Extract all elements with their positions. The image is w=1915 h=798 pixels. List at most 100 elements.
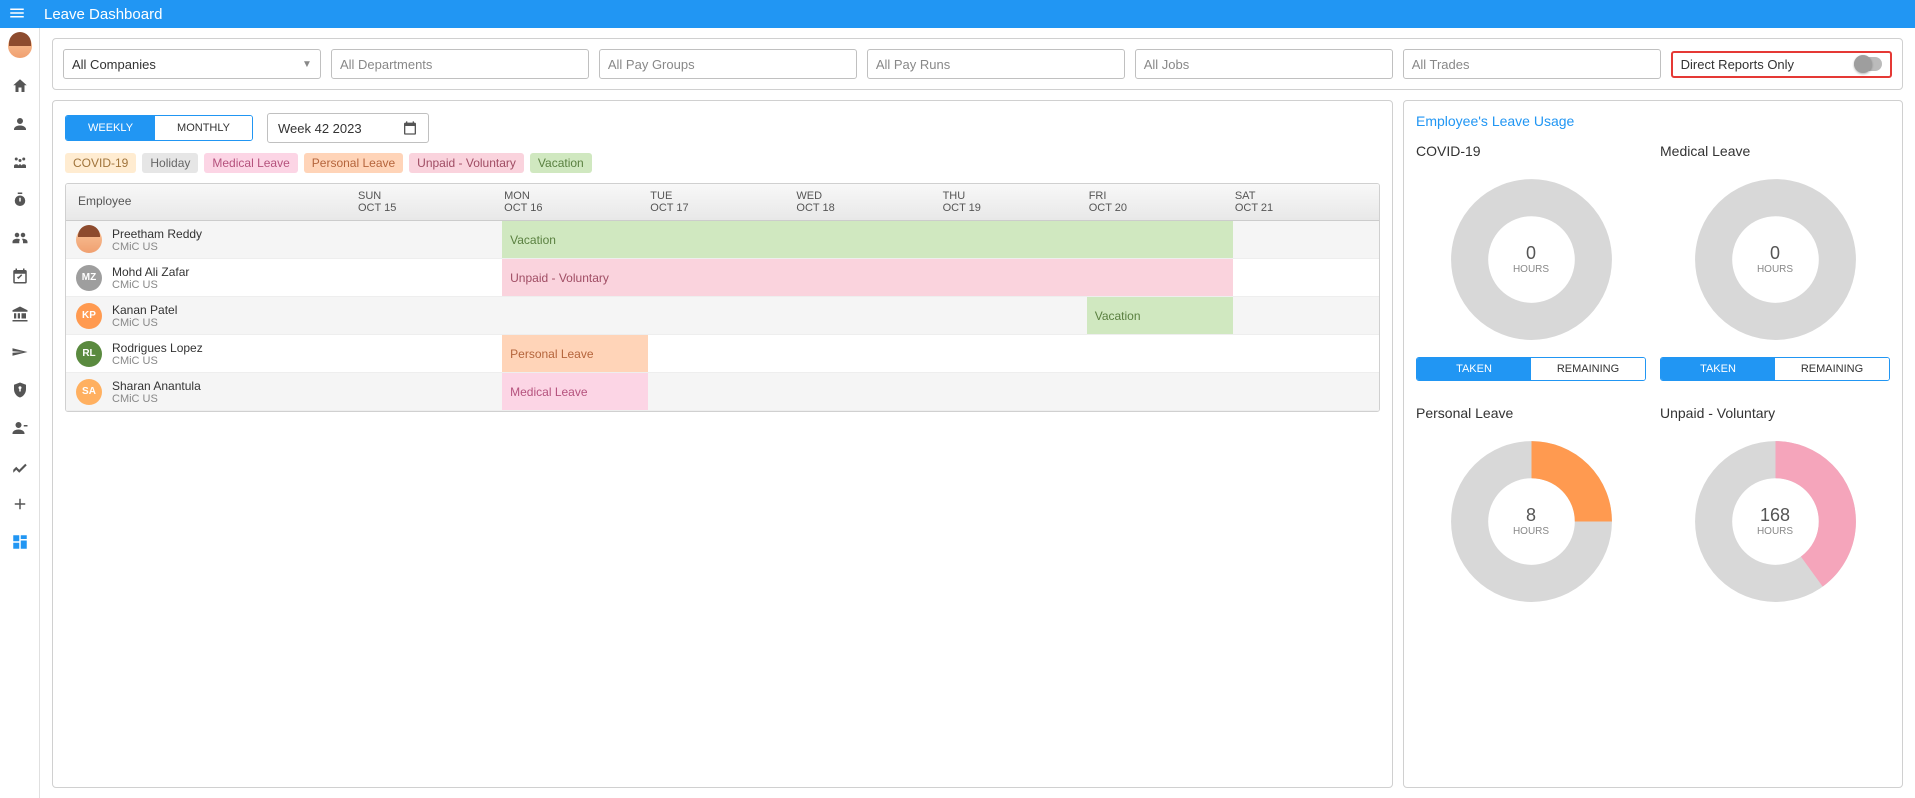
- col-day: SATOCT 21: [1233, 184, 1379, 220]
- toggle-switch[interactable]: [1854, 57, 1882, 71]
- person-remove-icon[interactable]: [10, 418, 30, 438]
- shield-icon[interactable]: [10, 380, 30, 400]
- usage-item-title: COVID-19: [1416, 143, 1646, 159]
- weekly-button[interactable]: WEEKLY: [66, 116, 155, 140]
- table-row[interactable]: MZ Mohd Ali ZafarCMiC US Unpaid - Voluntar…: [66, 259, 1379, 297]
- employee-company: CMiC US: [112, 317, 177, 329]
- trades-select[interactable]: All Trades: [1403, 49, 1661, 79]
- companies-value: All Companies: [72, 57, 156, 72]
- col-day: THUOCT 19: [941, 184, 1087, 220]
- employee-avatar: SA: [76, 379, 102, 405]
- table-row[interactable]: RLRodrigues LopezCMiC US Personal Leave: [66, 335, 1379, 373]
- calendar-icon: [402, 120, 418, 136]
- tab-taken[interactable]: TAKEN: [1661, 358, 1775, 380]
- days-track: Vacation: [356, 297, 1379, 334]
- employee-name: Preetham Reddy: [112, 227, 202, 241]
- employee-name: Rodrigues Lopez: [112, 341, 203, 355]
- leave-bar[interactable]: Medical Leave: [502, 373, 648, 410]
- employee-company: CMiC US: [112, 393, 201, 405]
- departments-select[interactable]: All Departments: [331, 49, 589, 79]
- family-icon[interactable]: [10, 152, 30, 172]
- calendar-check-icon[interactable]: [10, 266, 30, 286]
- employee-cell: SA Sharan AnantulaCMiC US: [66, 373, 356, 410]
- day-date: OCT 19: [943, 202, 1087, 214]
- bank-icon[interactable]: [10, 304, 30, 324]
- usage-item-title: Personal Leave: [1416, 405, 1646, 421]
- tab-remaining[interactable]: REMAINING: [1531, 358, 1645, 380]
- monthly-button[interactable]: MONTHLY: [155, 116, 252, 140]
- direct-reports-label: Direct Reports Only: [1681, 57, 1794, 72]
- table-row[interactable]: KP Kanan PatelCMiC US Vacation: [66, 297, 1379, 335]
- days-track: Vacation: [356, 221, 1379, 258]
- table-row[interactable]: Preetham ReddyCMiC USVacation: [66, 221, 1379, 259]
- day-date: OCT 20: [1089, 202, 1233, 214]
- grid-header: Employee SUNOCT 15MONOCT 16TUEOCT 17WEDO…: [66, 184, 1379, 221]
- departments-placeholder: All Departments: [340, 57, 432, 72]
- tab-taken[interactable]: TAKEN: [1417, 358, 1531, 380]
- col-day: TUEOCT 17: [648, 184, 794, 220]
- stopwatch-icon[interactable]: [10, 190, 30, 210]
- legend-personal[interactable]: Personal Leave: [304, 153, 403, 173]
- add-adjust-icon[interactable]: [10, 494, 30, 514]
- employee-avatar: MZ: [76, 265, 102, 291]
- companies-select[interactable]: All Companies▼: [63, 49, 321, 79]
- group-icon[interactable]: [10, 228, 30, 248]
- period-toggle: WEEKLY MONTHLY: [65, 115, 253, 141]
- date-label: Week 42 2023: [278, 121, 362, 136]
- employee-company: CMiC US: [112, 279, 189, 291]
- day-date: OCT 16: [504, 202, 648, 214]
- legend-unpaid[interactable]: Unpaid - Voluntary: [409, 153, 524, 173]
- trades-placeholder: All Trades: [1412, 57, 1470, 72]
- jobs-placeholder: All Jobs: [1144, 57, 1190, 72]
- leave-bar[interactable]: Unpaid - Voluntary: [502, 259, 1233, 296]
- tab-remaining[interactable]: REMAINING: [1775, 358, 1889, 380]
- usage-title: Employee's Leave Usage: [1416, 113, 1890, 129]
- leave-bar[interactable]: Vacation: [1087, 297, 1233, 334]
- hamburger-icon[interactable]: [8, 4, 32, 25]
- content: All Companies▼ All Departments All Pay G…: [40, 28, 1915, 798]
- employee-name: Kanan Patel: [112, 303, 177, 317]
- employee-name: Sharan Anantula: [112, 379, 201, 393]
- leave-bar[interactable]: Vacation: [502, 221, 1233, 258]
- usage-panel: Employee's Leave Usage COVID-190HOURSTAK…: [1403, 100, 1903, 788]
- page-title: Leave Dashboard: [44, 6, 162, 23]
- employee-name: Mohd Ali Zafar: [112, 265, 189, 279]
- usage-unit: HOURS: [1513, 264, 1549, 275]
- table-row[interactable]: SA Sharan AnantulaCMiC US Medical Leave: [66, 373, 1379, 411]
- donut-chart: 8HOURS: [1416, 431, 1646, 611]
- usage-unit: HOURS: [1757, 264, 1793, 275]
- home-icon[interactable]: [10, 76, 30, 96]
- employee-avatar: KP: [76, 303, 102, 329]
- legend-vacation[interactable]: Vacation: [530, 153, 592, 173]
- usage-tabs: TAKENREMAINING: [1416, 357, 1646, 381]
- day-date: OCT 21: [1235, 202, 1379, 214]
- usage-value: 168: [1757, 505, 1793, 526]
- employee-avatar: [76, 227, 102, 253]
- usage-item-title: Unpaid - Voluntary: [1660, 405, 1890, 421]
- legend-covid[interactable]: COVID-19: [65, 153, 136, 173]
- usage-value: 0: [1757, 243, 1793, 264]
- dashboard-icon[interactable]: [10, 532, 30, 552]
- layout: All Companies▼ All Departments All Pay G…: [0, 28, 1915, 798]
- usage-unit: HOURS: [1513, 526, 1549, 537]
- days-track: Unpaid - Voluntary: [356, 259, 1379, 296]
- person-icon[interactable]: [10, 114, 30, 134]
- col-day: WEDOCT 18: [794, 184, 940, 220]
- filter-bar: All Companies▼ All Departments All Pay G…: [52, 38, 1903, 90]
- payruns-select[interactable]: All Pay Runs: [867, 49, 1125, 79]
- usage-value: 8: [1513, 505, 1549, 526]
- chart-check-icon[interactable]: [10, 456, 30, 476]
- day-name: FRI: [1089, 190, 1233, 202]
- employee-cell: RLRodrigues LopezCMiC US: [66, 335, 356, 372]
- schedule-panel: WEEKLY MONTHLY Week 42 2023 COVID-19 Hol…: [52, 100, 1393, 788]
- paygroups-select[interactable]: All Pay Groups: [599, 49, 857, 79]
- user-avatar-icon[interactable]: [8, 34, 32, 58]
- jobs-select[interactable]: All Jobs: [1135, 49, 1393, 79]
- legend-holiday[interactable]: Holiday: [142, 153, 198, 173]
- date-picker[interactable]: Week 42 2023: [267, 113, 429, 143]
- legend-medical[interactable]: Medical Leave: [204, 153, 297, 173]
- flight-icon[interactable]: [10, 342, 30, 362]
- usage-item: Medical Leave0HOURSTAKENREMAINING: [1660, 143, 1890, 381]
- leave-bar[interactable]: Personal Leave: [502, 335, 648, 372]
- day-date: OCT 17: [650, 202, 794, 214]
